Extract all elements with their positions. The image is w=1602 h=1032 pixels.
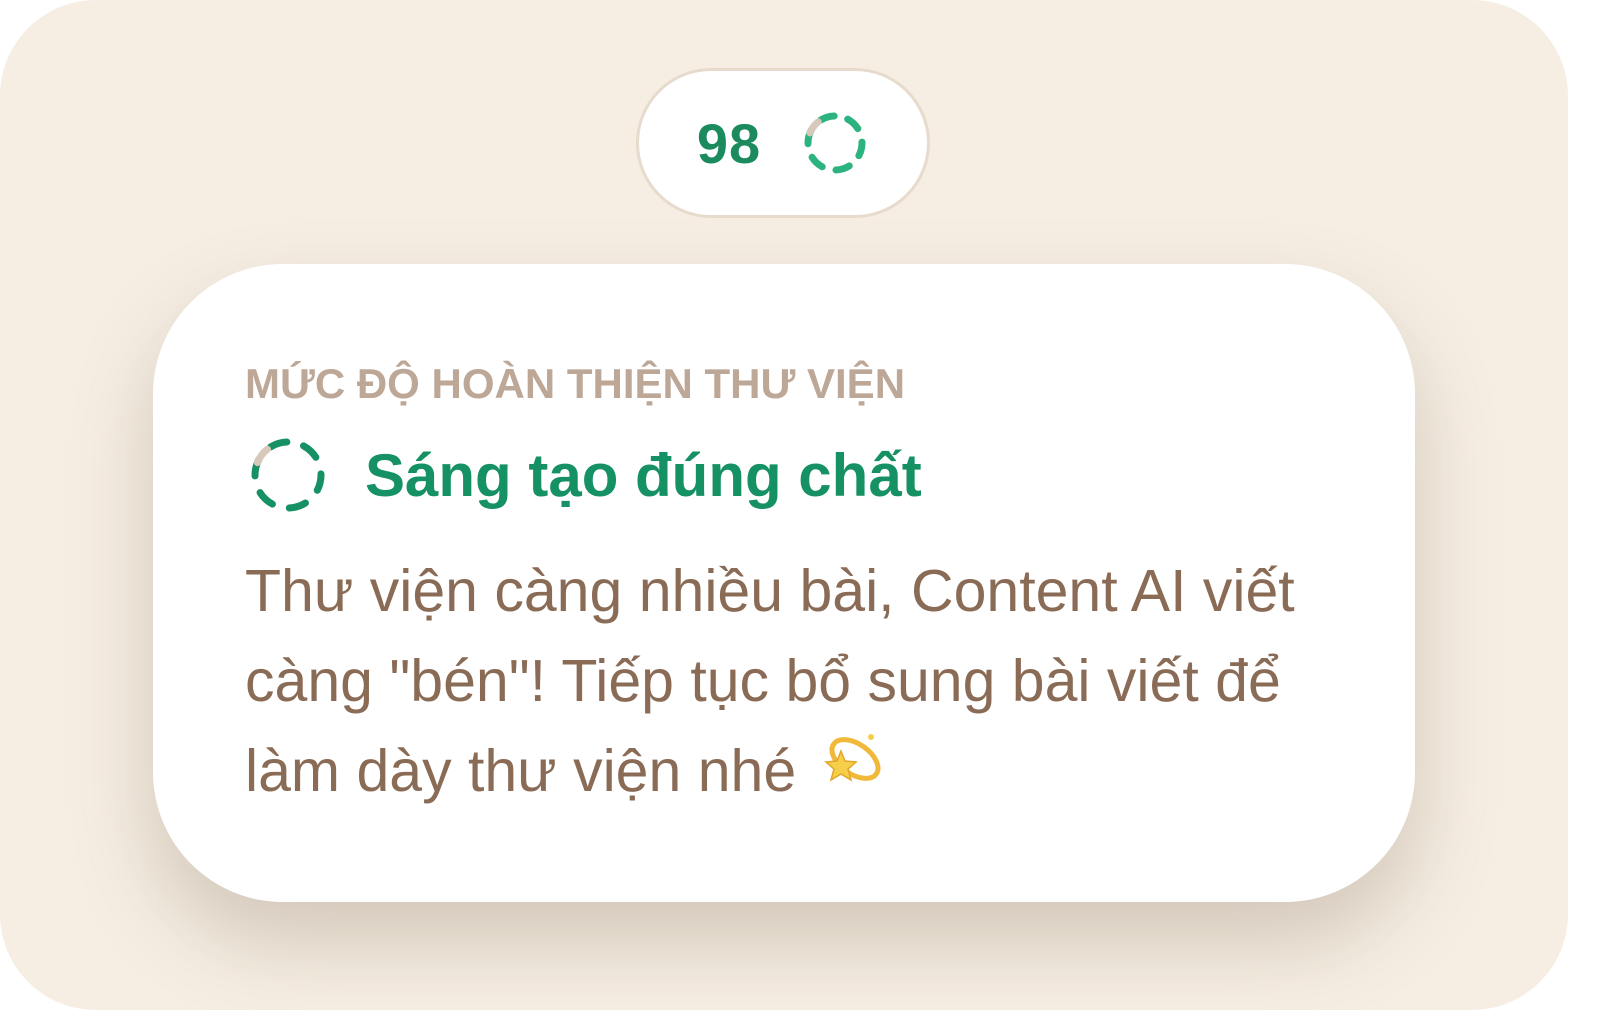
score-value: 98 (696, 111, 762, 175)
library-completion-card: MỨC ĐỘ HOÀN THIỆN THƯ VIỆN Sáng tạo đúng… (153, 264, 1415, 902)
background-panel: 98 MỨC ĐỘ HOÀN THIỆN THƯ VIỆN Sáng tạo đ… (0, 0, 1568, 1010)
dizzy-star-emoji-icon (821, 721, 887, 812)
card-message: Thư viện càng nhiều bài, Content AI viết… (245, 546, 1325, 816)
card-title-row: Sáng tạo đúng chất (249, 436, 922, 514)
card-message-text: Thư viện càng nhiều bài, Content AI viết… (245, 558, 1295, 804)
card-label: MỨC ĐỘ HOÀN THIỆN THƯ VIỆN (245, 360, 906, 407)
dashed-progress-ring-icon (249, 436, 327, 514)
card-title: Sáng tạo đúng chất (365, 441, 922, 509)
score-badge: 98 (636, 68, 930, 218)
dashed-progress-ring-icon (801, 109, 869, 177)
